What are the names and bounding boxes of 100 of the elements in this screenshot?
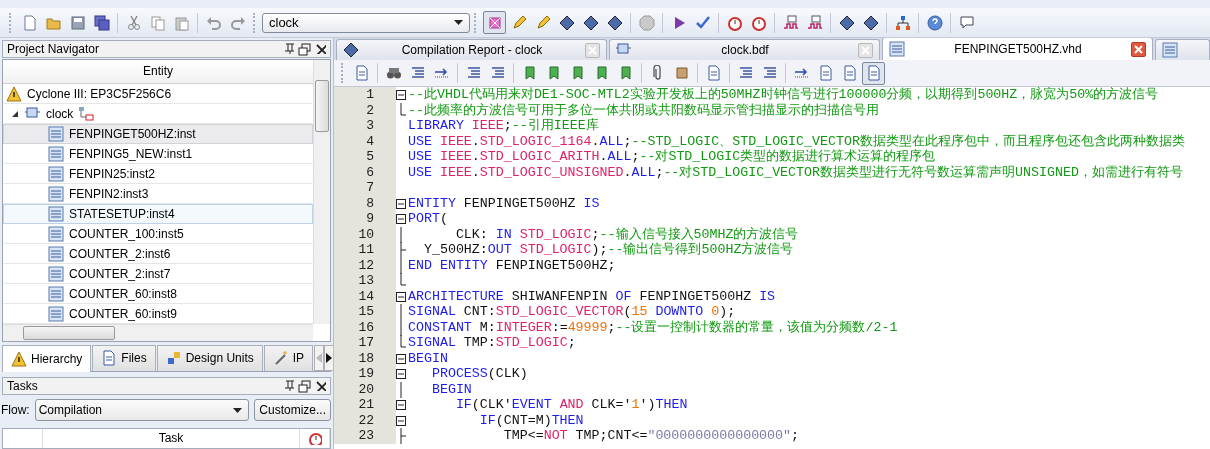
vhdl-file-icon [889,41,905,57]
panel-tab[interactable]: IP [263,344,314,371]
code-line: ARCHITECTURE SHIWANFENPIN OF FENPINGET500HZ IS [407,288,777,305]
diamond-icon [582,14,599,31]
code-line: CONSTANT M:INTEGER:=49999;--设置一控制计数器的常量，该值为分频数/2-1 [407,319,899,336]
tree-item[interactable]: COUNTER_60:inst9 [3,303,313,324]
lines-icon [409,65,426,81]
pencil-icon [534,14,551,31]
fold-toggle-icon [396,366,406,382]
tree-item[interactable]: COUNTER_100:inst5 [3,223,313,244]
tree-item[interactable]: FENPIN25:inst2 [3,163,313,184]
code-line: IF(CLK'EVENT AND CLK='1')THEN [454,397,689,413]
tree-item[interactable]: Cyclone III: EP3C5F256C6 [3,83,313,104]
close-icon [861,45,870,55]
code-line: SIGNAL TMP:STD_LOGIC; [407,335,577,351]
stop-icon [638,14,655,31]
line-number: 1 [334,87,396,103]
code-line: IF(CNT=M)THEN [478,412,585,429]
code-editor[interactable] [334,87,1210,449]
panel-title: Project Navigator [7,41,100,56]
tree-item[interactable]: COUNTER_60:inst8 [3,283,313,304]
editor-tab[interactable]: Compilation Report - clock [336,39,607,60]
flow-label: Flow: [1,403,30,418]
panel-title: Tasks [7,378,38,393]
code-line: ENTITY FENPINGET500HZ IS [407,195,601,212]
code-line: TMP<=NOT TMP;CNT<="0000000000000000"; [502,428,801,444]
pin-icon [282,41,294,54]
scrollbar-thumb[interactable] [315,79,329,132]
tree-item[interactable]: COUNTER_2:inst7 [3,263,313,284]
code-line: BEGIN [407,350,449,367]
line-number: 21 [334,397,396,413]
document-icon [865,65,882,81]
speech-bubble-icon [958,14,975,31]
code-line: BEGIN [430,381,473,398]
close-icon [588,45,597,55]
panel-tab[interactable]: Files [92,344,156,371]
right-arrow-icon [325,351,334,364]
scrollbar-thumb[interactable] [23,325,115,340]
editor-tab[interactable]: FENPINGET500HZ.vhd [882,38,1153,60]
warning-icon [6,85,22,102]
editor-tab[interactable] [1155,39,1210,60]
customize-button[interactable]: Customize... [254,399,331,422]
close-icon [1134,44,1143,54]
tree-item[interactable]: STATESETUP:inst4 [3,203,313,224]
code-line: LIBRARY IEEE;--引用IEEE库 [407,118,600,134]
cut-icon [125,14,142,31]
line-number: 19 [334,366,396,382]
vertical-scrollbar[interactable] [313,59,330,324]
line-number: 3 [334,118,396,134]
vhdl-file-icon [48,125,64,142]
flow-dropdown[interactable]: Compilation [34,399,250,422]
tab-close-button[interactable] [1131,41,1146,57]
column-header: Task [43,428,300,448]
stopwatch-icon [726,14,743,31]
chip-icon [486,14,503,31]
project-dropdown[interactable]: clock [262,12,470,33]
waveform-icon [782,14,799,31]
code-line: END ENTITY FENPINGET500HZ; [407,257,617,274]
diamond-icon [838,14,855,31]
line-number: 11 [334,242,396,258]
tree-item[interactable]: FENPINGET500HZ:inst [3,123,313,144]
network-icon [894,14,911,31]
document-icon [101,350,118,367]
caret-icon [454,20,463,25]
lines-icon [465,65,482,81]
vhdl-file-icon [1162,42,1178,58]
redo-icon [229,14,246,31]
vhdl-file-icon [48,305,64,322]
hierarchy-icon [78,105,95,122]
fold-toggle-icon [396,87,406,103]
tree-item[interactable]: FENPING5_NEW:inst1 [3,143,313,164]
tree-item[interactable]: COUNTER_2:inst6 [3,243,313,264]
line-number: 13 [334,273,396,289]
vhdl-file-icon [48,165,64,182]
copy-icon [149,14,166,31]
code-line: PROCESS(CLK) [430,366,529,382]
vhdl-file-icon [48,205,64,222]
scroll-icon [673,65,690,81]
diamond-icon [558,14,575,31]
left-arrow-icon [315,351,324,364]
lines-icon [737,65,754,81]
pencil-icon [510,14,527,31]
document-icon [353,65,370,81]
line-number: 9 [334,211,396,227]
document-icon [841,65,858,81]
tree-item[interactable]: FENPIN2:inst3 [3,183,313,204]
panel-tab[interactable]: Design Units [156,344,263,371]
code-line: Y_500HZ:OUT STD_LOGIC);--输出信号得到500HZ方波信号 [422,242,795,258]
close-icon [314,378,326,391]
line-number: 23 [334,428,396,444]
paste-icon [173,14,190,31]
caret-icon [233,407,243,413]
code-line: USE IEEE.STD_LOGIC_1164.ALL;--STD_LOGIC、STD_LOGIC_VECTOR数据类型在此程序包中，而且程序包还包含此两种数据类 [407,133,1186,149]
line-number: 5 [334,149,396,165]
arrow-icon [433,65,450,81]
diamond-icon [343,42,359,58]
stopwatch-icon [307,431,322,446]
editor-tab[interactable]: clock.bdf [609,39,880,60]
panel-tab[interactable]: Hierarchy [2,344,92,372]
tree-item[interactable]: clock [3,103,313,124]
